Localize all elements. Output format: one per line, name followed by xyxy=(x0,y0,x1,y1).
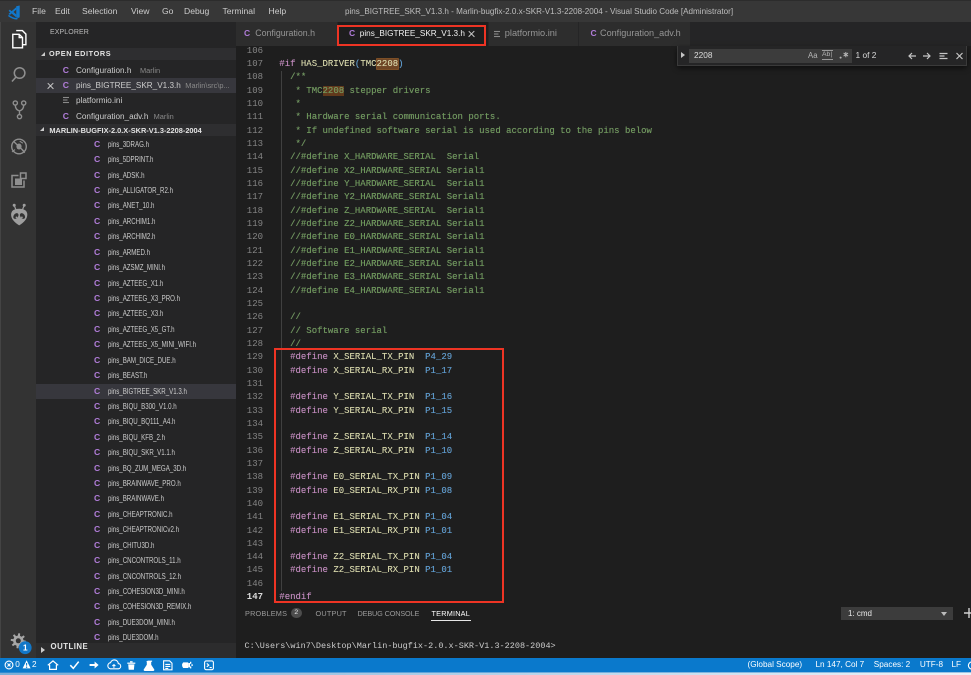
svg-text:1: 1 xyxy=(23,643,28,653)
